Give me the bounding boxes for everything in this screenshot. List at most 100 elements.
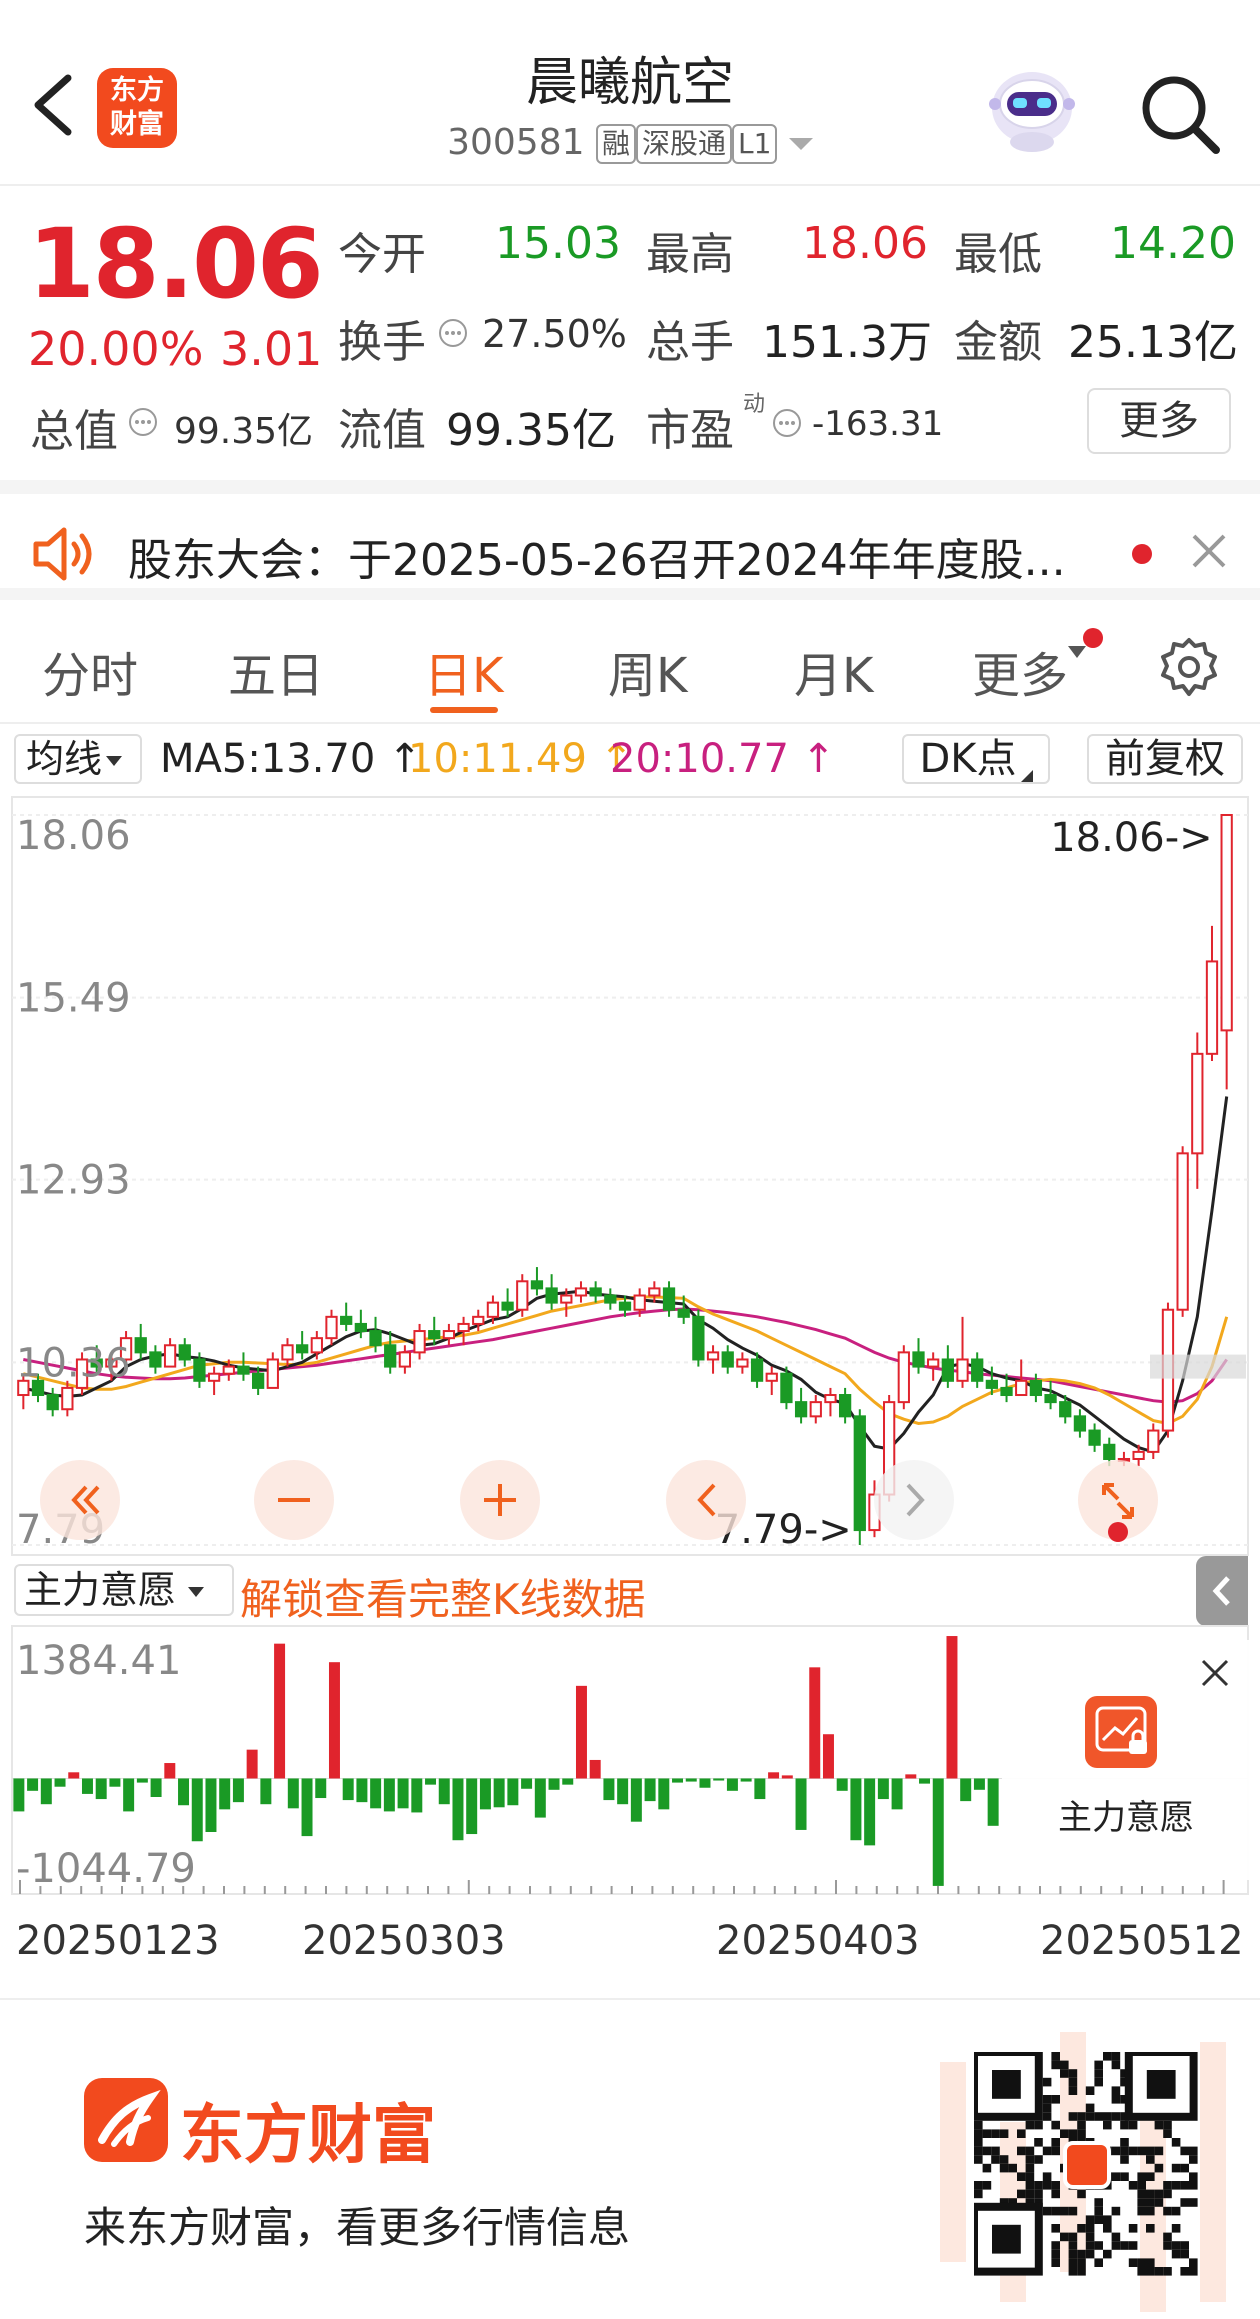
candle-body bbox=[486, 1301, 500, 1318]
qr-module bbox=[1025, 2189, 1035, 2199]
tab-daily-k[interactable]: 日K bbox=[424, 636, 503, 706]
k-line-chart[interactable]: 18.0615.4912.9310.367.7918.06->7.79-> bbox=[0, 795, 1260, 1557]
pe-label: 市盈 bbox=[646, 405, 734, 456]
main-force-card[interactable]: 主力意愿 bbox=[1002, 1640, 1250, 1880]
qr-module bbox=[1111, 2146, 1121, 2156]
qr-module bbox=[1051, 2249, 1060, 2259]
date-label: 20250123 bbox=[16, 1918, 220, 1964]
tab-monthly-k[interactable]: 月K bbox=[794, 636, 873, 706]
change-percent: 20.00% bbox=[28, 322, 204, 376]
qr-module bbox=[1111, 2086, 1121, 2095]
notice-text[interactable]: 股东大会：于2025-05-26召开2024年年度股... bbox=[128, 524, 1066, 588]
qr-module bbox=[1171, 2181, 1181, 2190]
indicator-select-label: 主力意愿 bbox=[24, 1568, 177, 1612]
date-axis: 20250123 20250303 20250403 20250512 bbox=[0, 1900, 1260, 2000]
qr-module bbox=[1137, 2198, 1146, 2207]
dropdown-triangle-icon bbox=[788, 138, 813, 150]
flow-bar bbox=[850, 1778, 862, 1841]
ma10-value: 10:11.49 ↑ bbox=[408, 736, 633, 782]
back-arrow-icon[interactable] bbox=[24, 70, 84, 140]
flow-bar bbox=[781, 1775, 793, 1779]
qr-module bbox=[1051, 2146, 1060, 2156]
candle-body bbox=[750, 1358, 764, 1382]
qr-module bbox=[1042, 2112, 1052, 2121]
qr-finder-center bbox=[992, 2070, 1021, 2099]
qr-module bbox=[1060, 2206, 1069, 2216]
qr-module bbox=[1189, 2155, 1198, 2164]
qr-module bbox=[1077, 2129, 1086, 2138]
search-icon[interactable] bbox=[1136, 70, 1222, 156]
candle-body bbox=[956, 1358, 969, 1382]
flow-bar bbox=[356, 1778, 368, 1803]
qr-module bbox=[1025, 2172, 1035, 2181]
info-dots-icon[interactable] bbox=[128, 407, 158, 437]
gear-icon[interactable] bbox=[1158, 636, 1220, 698]
ma-select[interactable]: 均线 bbox=[14, 734, 142, 784]
scroll-left-button[interactable] bbox=[666, 1460, 746, 1540]
qr-code-icon[interactable] bbox=[974, 2052, 1200, 2278]
scroll-right-button[interactable] bbox=[874, 1460, 954, 1540]
qr-module bbox=[1137, 2189, 1146, 2199]
qr-module bbox=[1094, 2060, 1103, 2070]
close-icon[interactable] bbox=[1188, 530, 1230, 572]
candle-body bbox=[1044, 1394, 1057, 1404]
k-grid bbox=[11, 796, 1249, 1556]
flow-bar bbox=[287, 1778, 299, 1809]
close-icon[interactable] bbox=[1198, 1656, 1232, 1690]
qr-module bbox=[1128, 2258, 1138, 2267]
qr-module bbox=[1068, 2112, 1078, 2121]
qr-module bbox=[1171, 2206, 1181, 2216]
notice-bar[interactable]: 股东大会：于2025-05-26召开2024年年度股... bbox=[0, 480, 1260, 600]
adjust-button[interactable]: 前复权 bbox=[1087, 734, 1243, 784]
qr-module bbox=[1154, 2267, 1164, 2276]
candle-body bbox=[281, 1344, 294, 1361]
open-value: 15.03 bbox=[495, 218, 621, 269]
candle-body bbox=[1088, 1429, 1101, 1446]
tab-weekly-k[interactable]: 周K bbox=[608, 636, 687, 706]
tab-five-day[interactable]: 五日 bbox=[228, 636, 324, 706]
qr-module bbox=[1068, 2258, 1078, 2267]
scroll-start-button[interactable] bbox=[40, 1460, 120, 1540]
tab-more[interactable]: 更多 bbox=[972, 636, 1087, 706]
indicator-select[interactable]: 主力意愿 bbox=[14, 1564, 234, 1616]
qr-module bbox=[1171, 2224, 1181, 2233]
flow-bar bbox=[809, 1667, 821, 1779]
flow-bar bbox=[328, 1662, 340, 1779]
unlock-link[interactable]: 解锁查看完整K线数据 bbox=[240, 1566, 646, 1627]
flow-bar bbox=[479, 1778, 491, 1810]
qr-module bbox=[1189, 2146, 1198, 2156]
flow-bar bbox=[836, 1778, 848, 1791]
candle-body bbox=[516, 1280, 529, 1311]
robot-assistant-icon[interactable] bbox=[985, 62, 1079, 156]
qr-module bbox=[1034, 2189, 1043, 2199]
qr-module bbox=[1146, 2155, 1155, 2164]
qr-module bbox=[1189, 2267, 1198, 2276]
stock-code-row[interactable]: 300581 融深股通 L1 bbox=[330, 122, 930, 164]
qr-module bbox=[1042, 2206, 1052, 2216]
qr-module bbox=[1068, 2077, 1078, 2087]
qr-module bbox=[1051, 2189, 1060, 2199]
flow-bar bbox=[232, 1778, 244, 1803]
info-dots-icon[interactable] bbox=[772, 408, 802, 438]
qr-module bbox=[1189, 2181, 1198, 2190]
dk-point-button[interactable]: DK点 bbox=[902, 734, 1050, 784]
dropdown-triangle-icon bbox=[188, 1586, 205, 1597]
qr-module bbox=[1017, 2146, 1026, 2156]
side-collapse-tab[interactable] bbox=[1196, 1556, 1248, 1626]
qr-module bbox=[1146, 2224, 1155, 2233]
qr-module bbox=[1094, 2069, 1103, 2078]
candle-body bbox=[677, 1308, 690, 1318]
amount-value: 25.13亿 bbox=[1068, 317, 1238, 368]
info-dots-icon[interactable] bbox=[438, 318, 468, 348]
candle-body bbox=[1059, 1401, 1072, 1418]
qr-module bbox=[1154, 2120, 1164, 2130]
qr-module bbox=[1017, 2189, 1026, 2199]
more-quote-button[interactable]: 更多 bbox=[1087, 388, 1231, 454]
eastmoney-logo-icon[interactable]: 东方 财富 bbox=[97, 68, 177, 148]
level-tag: L1 bbox=[732, 124, 778, 164]
qr-module bbox=[1034, 2155, 1043, 2164]
flow-bar bbox=[740, 1778, 752, 1782]
tab-intraday[interactable]: 分时 bbox=[42, 636, 138, 706]
qr-module bbox=[1077, 2224, 1086, 2233]
candle-body bbox=[633, 1294, 646, 1311]
